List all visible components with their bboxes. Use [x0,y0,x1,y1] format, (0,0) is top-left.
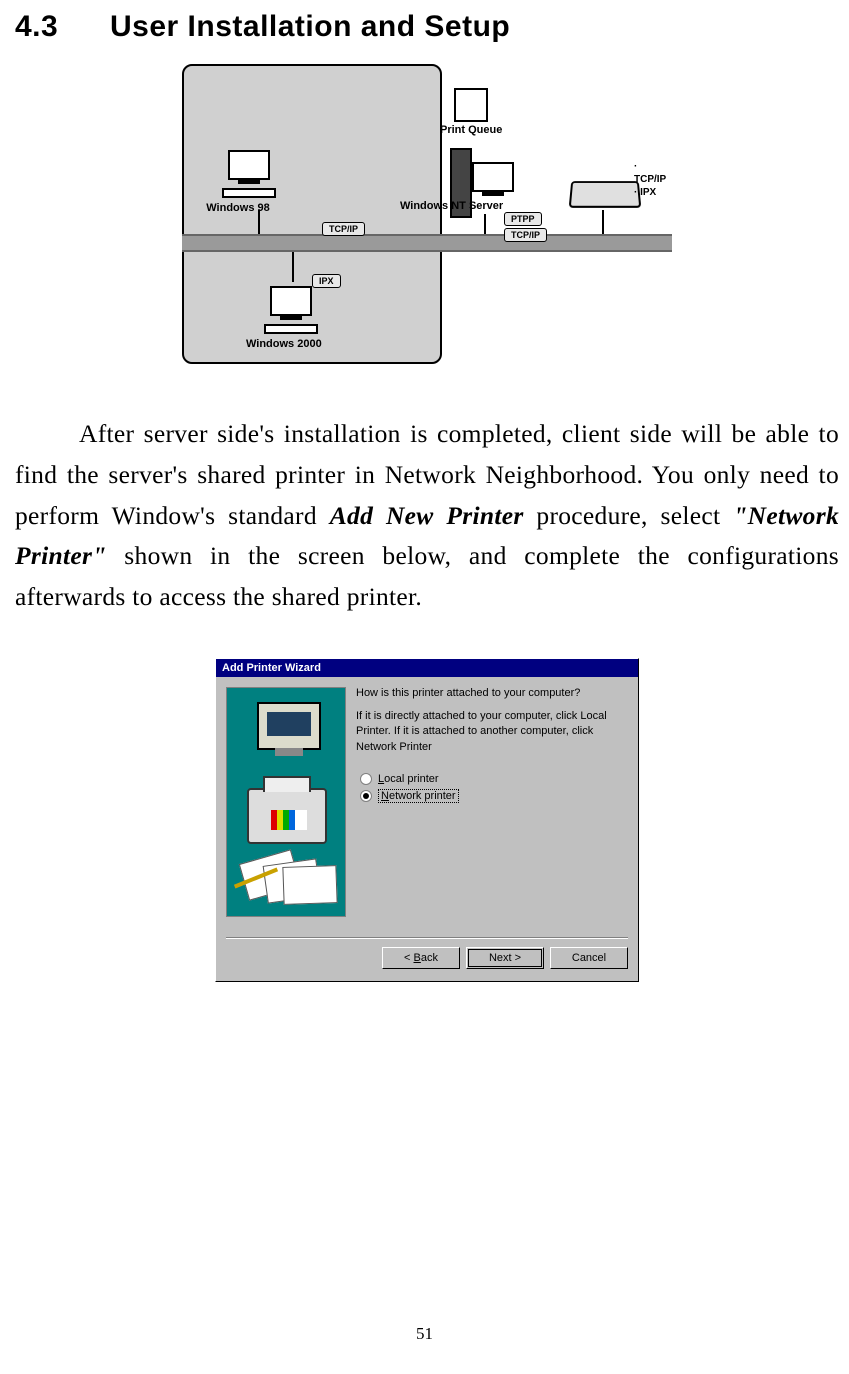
section-title: User Installation and Setup [110,10,510,43]
dialog-title: Add Printer Wizard [222,662,321,674]
network-diagram: Print Queue Windows NT Server Windows 98… [15,64,839,374]
section-heading: 4.3User Installation and Setup [15,10,839,44]
dialog-divider [226,937,628,939]
diagram-print-queue: Print Queue [440,124,502,136]
emphasis-add-new-printer: Add New Printer [330,501,524,530]
section-number: 4.3 [15,10,110,44]
dialog-titlebar[interactable]: Add Printer Wizard [216,659,638,677]
wizard-hint: If it is directly attached to your compu… [356,709,628,755]
wizard-question: How is this printer attached to your com… [356,687,628,699]
radio-label-local: Local printer [378,773,439,785]
wizard-artwork [226,687,346,917]
diagram-win98: Windows 98 [222,150,276,214]
page-number: 51 [0,1324,849,1344]
radio-label-network: Network printer [378,789,459,803]
next-button[interactable]: Next > [466,947,544,969]
radio-local-printer[interactable]: Local printer [360,773,628,785]
add-printer-wizard-dialog: Add Printer Wizard How is this printer a… [215,658,639,982]
radio-icon [360,790,372,802]
body-paragraph: After server side's installation is comp… [15,414,839,618]
diagram-win2000: Windows 2000 [260,286,322,350]
back-button[interactable]: < Back [382,947,460,969]
radio-network-printer[interactable]: Network printer [360,789,628,803]
diagram-hub [569,181,642,208]
radio-icon [360,773,372,785]
cancel-button[interactable]: Cancel [550,947,628,969]
diagram-winnt: Windows NT Server [400,200,503,212]
